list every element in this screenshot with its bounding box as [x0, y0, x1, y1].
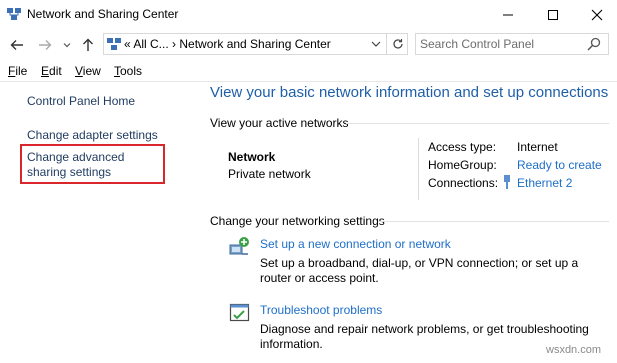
homegroup-label: HomeGroup: [428, 158, 497, 172]
section-divider [346, 123, 609, 124]
refresh-icon [392, 39, 403, 49]
close-button[interactable] [574, 0, 617, 29]
setup-connection-description: Set up a broadband, dial-up, or VPN conn… [260, 256, 579, 285]
breadcrumb[interactable]: « All C... › Network and Sharing Center [124, 37, 331, 51]
window-title: Network and Sharing Center [27, 7, 179, 21]
new-connection-icon [229, 237, 249, 255]
page-title: View your basic network information and … [210, 84, 609, 101]
search-input[interactable] [418, 35, 582, 53]
maximize-icon [548, 9, 558, 20]
access-type-value: Internet [517, 140, 558, 154]
network-center-icon [7, 8, 21, 20]
watermark: wsxdn.com [546, 344, 602, 356]
network-folder-icon [107, 38, 121, 50]
minimize-button[interactable] [485, 0, 531, 29]
sidebar-item-control-panel-home[interactable]: Control Panel Home [27, 94, 135, 109]
address-dropdown-button[interactable] [367, 36, 385, 52]
setup-connection-link[interactable]: Set up a new connection or network [260, 237, 451, 251]
chevron-down-icon [371, 41, 381, 47]
menu-edit[interactable]: Edit [41, 64, 62, 78]
chevron-down-icon [63, 43, 71, 48]
refresh-button[interactable] [386, 34, 408, 54]
homegroup-link[interactable]: Ready to create [517, 158, 602, 172]
menu-view[interactable]: View [75, 64, 101, 78]
troubleshoot-icon [229, 303, 250, 322]
minimize-icon [503, 14, 513, 15]
troubleshoot-link[interactable]: Troubleshoot problems [260, 303, 382, 317]
access-type-label: Access type: [428, 140, 497, 154]
section-divider [378, 221, 609, 222]
sidebar-item-adapter-settings[interactable]: Change adapter settings [27, 128, 158, 143]
forward-button[interactable] [36, 36, 54, 54]
ethernet-connection-link[interactable]: Ethernet 2 [517, 176, 572, 190]
forward-arrow-icon [39, 40, 52, 50]
ethernet-icon [504, 175, 510, 189]
close-icon [591, 9, 603, 20]
search-icon[interactable] [586, 36, 602, 52]
menu-tools[interactable]: Tools [114, 64, 142, 78]
highlight-annotation [20, 144, 165, 184]
back-arrow-icon [10, 40, 23, 50]
menu-divider [0, 81, 617, 82]
network-type: Private network [228, 167, 311, 181]
active-networks-heading: View your active networks [210, 116, 349, 130]
change-settings-heading: Change your networking settings [210, 214, 385, 228]
up-button[interactable] [79, 36, 97, 54]
connections-label: Connections: [428, 176, 499, 190]
maximize-button[interactable] [530, 0, 576, 29]
back-button[interactable] [8, 36, 26, 54]
vertical-divider [418, 138, 419, 200]
menu-file[interactable]: File [8, 64, 27, 78]
recent-locations-button[interactable] [61, 36, 73, 54]
up-arrow-icon [83, 38, 93, 51]
network-name: Network [228, 150, 276, 164]
